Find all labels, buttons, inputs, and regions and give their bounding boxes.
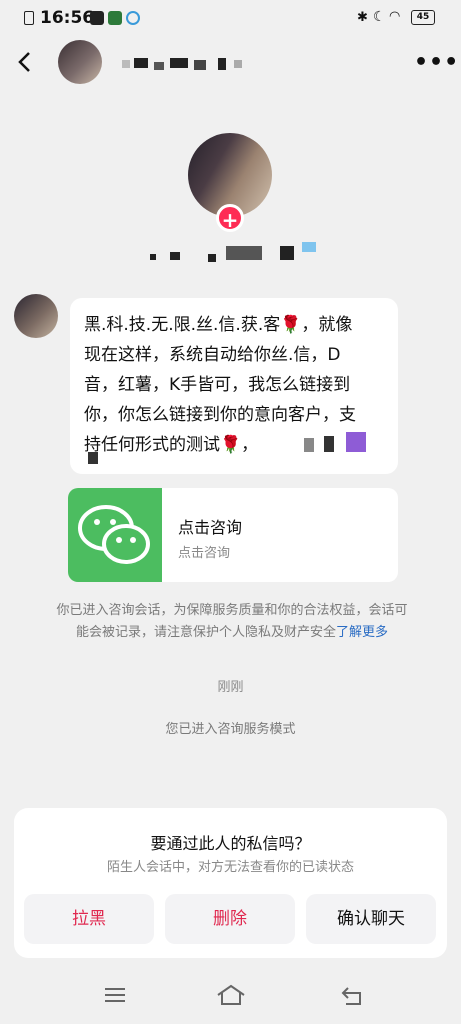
system-nav-bar bbox=[0, 970, 461, 1024]
sim-icon bbox=[24, 11, 34, 25]
pixelated-block bbox=[324, 436, 334, 452]
pixelated-block bbox=[304, 438, 314, 452]
message-icon bbox=[90, 11, 104, 25]
more-dots-icon: ••• bbox=[414, 50, 460, 75]
moon-icon: ☾ bbox=[373, 9, 386, 25]
delete-button[interactable]: 删除 bbox=[165, 894, 295, 944]
block-button[interactable]: 拉黑 bbox=[24, 894, 154, 944]
privacy-notice: 你已进入咨询会话，为保障服务质量和你的合法权益，会话可能会被记录，请注意保护个人… bbox=[56, 600, 408, 644]
sheet-hint: 陌生人会话中，对方无法查看你的已读状态 bbox=[106, 860, 354, 875]
stranger-sheet: 要通过此人的私信吗？ 陌生人会话中，对方无法查看你的已读状态 拉黑 删除 确认聊… bbox=[14, 808, 447, 958]
status-time: 16:56 bbox=[40, 8, 95, 28]
message-line: 现在这样，系统自动给你丝.信，D bbox=[84, 345, 341, 365]
app-icon bbox=[108, 11, 122, 25]
pixelated-block bbox=[346, 432, 366, 452]
message-bubble: 黑.科.技.无.限.丝.信.获.客🌹，就像 现在这样，系统自动给你丝.信，D 音… bbox=[70, 298, 398, 474]
confirm-chat-button[interactable]: 确认聊天 bbox=[306, 894, 436, 944]
chevron-left-icon bbox=[18, 52, 30, 72]
follow-plus-button[interactable]: + bbox=[216, 204, 244, 232]
status-bar: 16:56 ✱ ☾ ◠ 45 bbox=[0, 0, 461, 36]
profile-name-pixelated bbox=[150, 242, 330, 266]
wifi-icon: ◠ bbox=[389, 9, 401, 24]
header-name-pixelated bbox=[122, 56, 262, 76]
message-line-text: 持任何形式的测试🌹， bbox=[84, 435, 259, 455]
wechat-icon bbox=[68, 488, 162, 582]
card-subtitle: 点击咨询 bbox=[178, 546, 231, 561]
sheet-question: 要通过此人的私信吗？ bbox=[150, 834, 311, 853]
message-line: 黑.科.技.无.限.丝.信.获.客🌹，就像 bbox=[84, 315, 353, 335]
message-line: 持任何形式的测试🌹， bbox=[84, 430, 386, 460]
back-button[interactable] bbox=[16, 50, 32, 80]
home-icon[interactable] bbox=[216, 984, 246, 1010]
header-avatar[interactable] bbox=[58, 40, 102, 84]
card-title: 点击咨询 bbox=[178, 518, 243, 537]
menu-icon[interactable] bbox=[104, 986, 126, 1008]
back-nav-icon[interactable] bbox=[340, 986, 364, 1010]
consult-card[interactable]: 点击咨询 点击咨询 bbox=[68, 488, 398, 582]
bluetooth-icon: ✱ bbox=[357, 10, 368, 25]
timestamp: 刚刚 bbox=[217, 680, 244, 695]
message-avatar[interactable] bbox=[14, 294, 58, 338]
more-button[interactable]: ••• bbox=[414, 50, 459, 75]
battery-icon: 45 bbox=[411, 10, 435, 25]
message-line: 音，红薯，K手皆可，我怎么链接到 bbox=[84, 375, 351, 395]
message-line: 你，你怎么链接到你的意向客户，支 bbox=[84, 405, 356, 425]
mode-text: 您已进入咨询服务模式 bbox=[165, 722, 296, 737]
app2-icon bbox=[126, 11, 140, 25]
learn-more-link[interactable]: 了解更多 bbox=[336, 625, 388, 640]
